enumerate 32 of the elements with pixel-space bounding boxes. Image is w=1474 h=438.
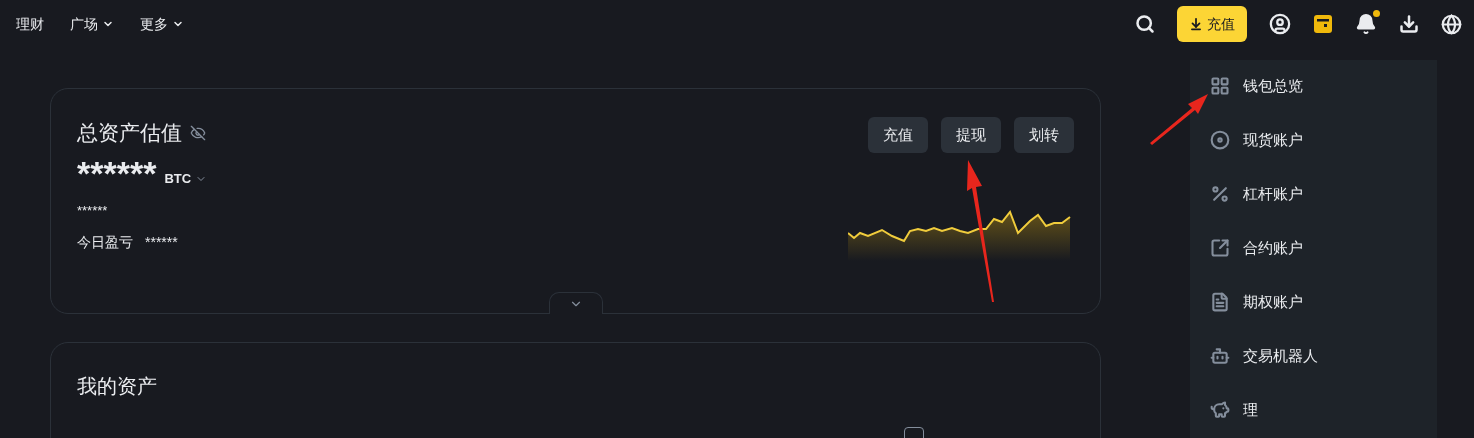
pnl-label: 今日盈亏 bbox=[77, 233, 133, 252]
sidebar-item[interactable]: 期权账户 bbox=[1210, 290, 1437, 314]
grid-icon bbox=[1210, 76, 1230, 96]
sidebar-item[interactable]: 钱包总览 bbox=[1210, 74, 1437, 98]
card-title: 总资产估值 bbox=[77, 120, 182, 146]
user-icon[interactable] bbox=[1269, 13, 1291, 35]
sidebar-item[interactable]: 交易机器人 bbox=[1210, 344, 1437, 368]
sidebar-item[interactable]: 理 bbox=[1210, 398, 1437, 422]
search-icon[interactable] bbox=[1135, 14, 1155, 34]
balance-value: ****** bbox=[77, 152, 157, 193]
nav-link[interactable]: 更多 bbox=[140, 13, 184, 35]
wallet-icon[interactable] bbox=[1313, 14, 1333, 34]
section-title: 我的资产 bbox=[77, 374, 158, 399]
action-button[interactable]: 充值 bbox=[868, 117, 928, 153]
notification-icon[interactable] bbox=[1355, 13, 1377, 35]
action-button[interactable]: 划转 bbox=[1014, 117, 1074, 153]
deposit-button[interactable]: 充值 bbox=[1177, 6, 1247, 42]
nav-link[interactable]: 理财 bbox=[16, 13, 44, 35]
sidebar-item[interactable]: 杠杆账户 bbox=[1210, 182, 1437, 206]
action-button[interactable]: 提现 bbox=[941, 117, 1001, 153]
fiat-value: ****** bbox=[77, 201, 109, 220]
download-icon bbox=[1189, 17, 1203, 31]
sidebar-item[interactable]: 合约账户 bbox=[1210, 236, 1437, 260]
eye-off-icon[interactable] bbox=[190, 124, 206, 141]
pnl-value: ****** bbox=[145, 233, 178, 252]
nav-link[interactable]: 广场 bbox=[70, 13, 114, 35]
bot-icon bbox=[1210, 346, 1230, 366]
sidebar-item[interactable]: 现货账户 bbox=[1210, 128, 1437, 152]
language-icon[interactable] bbox=[1441, 13, 1462, 35]
currency-select[interactable]: BTC bbox=[164, 169, 208, 189]
download-icon[interactable] bbox=[1399, 14, 1419, 34]
annotation-arrow bbox=[1148, 92, 1210, 146]
